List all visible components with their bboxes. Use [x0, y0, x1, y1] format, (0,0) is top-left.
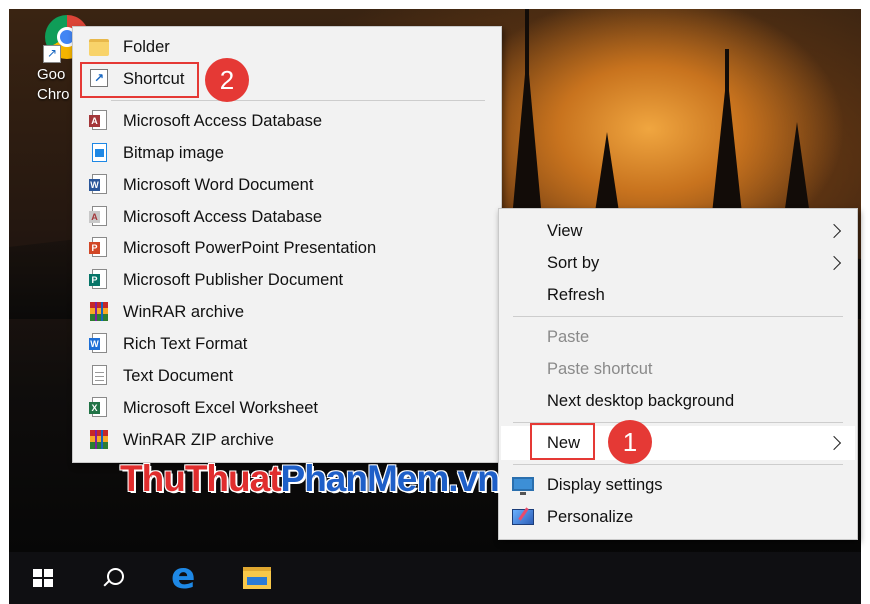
- context-item-paste[interactable]: Paste: [499, 322, 857, 352]
- context-item-display-settings[interactable]: Display settings: [499, 470, 857, 500]
- watermark-part: PhanMem: [280, 458, 450, 499]
- personalize-icon: [511, 507, 535, 527]
- bitmap-icon: [89, 142, 109, 164]
- wordpad-icon: W: [89, 333, 109, 355]
- annotation-box-shortcut: [80, 62, 199, 98]
- search-icon: [107, 568, 124, 585]
- annotation-step-2: 2: [205, 58, 249, 102]
- submenu-item-label: Microsoft Publisher Document: [123, 270, 344, 289]
- submenu-item-label: WinRAR archive: [123, 302, 245, 321]
- display-icon: [511, 475, 535, 495]
- context-item-label: Display settings: [547, 475, 663, 494]
- publisher-icon: P: [89, 269, 109, 291]
- submenu-item-powerpoint[interactable]: P Microsoft PowerPoint Presentation: [73, 233, 501, 263]
- context-item-label: View: [547, 221, 583, 240]
- powerpoint-icon: P: [89, 237, 109, 259]
- context-item-label: Next desktop background: [547, 391, 735, 410]
- submenu-item-bitmap[interactable]: Bitmap image: [73, 138, 501, 168]
- submenu-item-excel[interactable]: X Microsoft Excel Worksheet: [73, 393, 501, 423]
- submenu-item-rtf[interactable]: W Rich Text Format: [73, 329, 501, 359]
- winrar-icon: [89, 301, 109, 323]
- file-explorer-button[interactable]: [239, 562, 275, 594]
- context-item-personalize[interactable]: Personalize: [499, 502, 857, 532]
- submenu-item-access-db-2[interactable]: A Microsoft Access Database: [73, 202, 501, 232]
- submenu-item-folder[interactable]: Folder: [73, 32, 501, 62]
- excel-icon: X: [89, 397, 109, 419]
- word-icon: W: [89, 174, 109, 196]
- access-icon: A: [89, 110, 109, 132]
- submenu-item-label: Rich Text Format: [123, 334, 248, 353]
- taskbar: e: [9, 552, 861, 604]
- watermark-part: Thuat: [184, 458, 282, 499]
- edge-button[interactable]: e: [169, 558, 205, 596]
- context-item-refresh[interactable]: Refresh: [499, 280, 857, 310]
- chevron-right-icon: [826, 223, 842, 239]
- chevron-right-icon: [826, 255, 842, 271]
- annotation-step-1: 1: [608, 420, 652, 464]
- winrar-icon: [89, 429, 109, 451]
- menu-separator: [513, 316, 843, 317]
- menu-separator: [513, 464, 843, 465]
- watermark-part: Thu: [120, 458, 186, 499]
- context-item-sort-by[interactable]: Sort by: [499, 248, 857, 278]
- search-button[interactable]: [97, 562, 133, 594]
- file-explorer-icon: [243, 567, 271, 589]
- folder-icon: [89, 36, 109, 58]
- submenu-item-label: Microsoft Excel Worksheet: [123, 398, 319, 417]
- submenu-item-label: Bitmap image: [123, 143, 224, 162]
- submenu-item-publisher[interactable]: P Microsoft Publisher Document: [73, 265, 501, 295]
- submenu-item-winrar[interactable]: WinRAR archive: [73, 297, 501, 327]
- context-item-next-background[interactable]: Next desktop background: [499, 386, 857, 416]
- access-icon: A: [89, 206, 109, 228]
- windows-start-button[interactable]: [25, 562, 61, 594]
- submenu-item-label: Microsoft Access Database: [123, 111, 322, 130]
- context-item-label: Sort by: [547, 253, 600, 272]
- watermark-part: .vn: [448, 458, 499, 499]
- edge-icon: e: [171, 556, 196, 597]
- submenu-item-winrar-zip[interactable]: WinRAR ZIP archive: [73, 425, 501, 455]
- submenu-item-label: Folder: [123, 37, 170, 56]
- context-item-label: Personalize: [547, 507, 634, 526]
- watermark: ThuThuatPhanMem.vn: [120, 458, 500, 500]
- menu-separator: [111, 100, 485, 101]
- submenu-item-label: Microsoft PowerPoint Presentation: [123, 238, 377, 257]
- submenu-item-label: Text Document: [123, 366, 234, 385]
- submenu-item-access-db[interactable]: A Microsoft Access Database: [73, 106, 501, 136]
- shortcut-arrow-icon: ↗: [43, 45, 61, 63]
- submenu-item-label: WinRAR ZIP archive: [123, 430, 274, 449]
- context-item-label: Refresh: [547, 285, 605, 304]
- submenu-item-label: Microsoft Access Database: [123, 207, 322, 226]
- context-item-view[interactable]: View: [499, 216, 857, 246]
- submenu-item-label: Microsoft Word Document: [123, 175, 314, 194]
- submenu-item-text[interactable]: Text Document: [73, 361, 501, 391]
- context-item-paste-shortcut[interactable]: Paste shortcut: [499, 354, 857, 384]
- context-item-label: Paste: [547, 327, 590, 346]
- windows-start-icon: [33, 569, 53, 587]
- submenu-item-word[interactable]: W Microsoft Word Document: [73, 170, 501, 200]
- context-item-label: Paste shortcut: [547, 359, 653, 378]
- annotation-box-new: [530, 423, 595, 460]
- desktop-context-menu: View Sort by Refresh Paste Paste shortcu…: [498, 208, 858, 540]
- chevron-right-icon: [826, 435, 842, 451]
- text-document-icon: [89, 365, 109, 387]
